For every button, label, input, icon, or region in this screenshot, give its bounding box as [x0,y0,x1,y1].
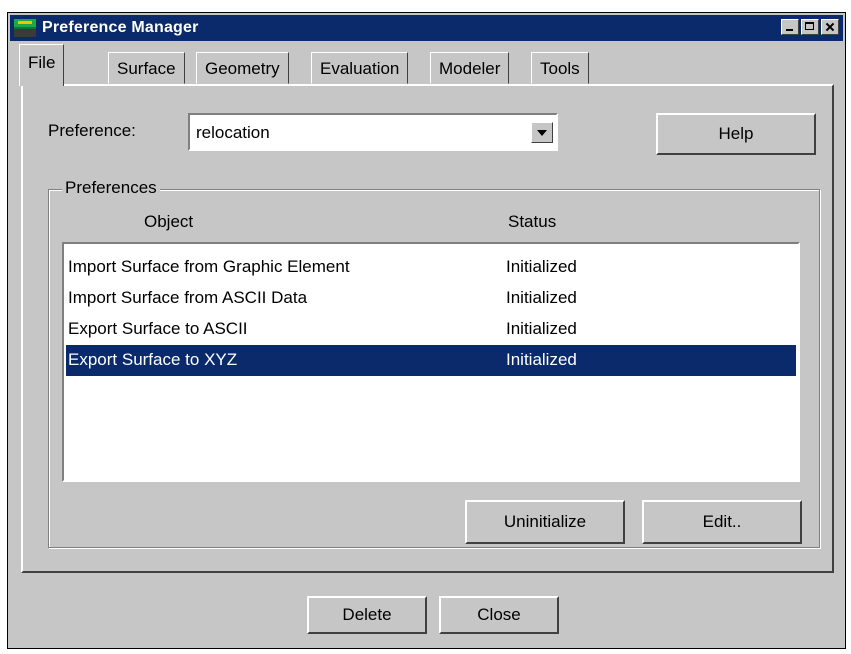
object-name: Import Surface from ASCII Data [68,288,308,307]
status-value: Initialized [506,257,577,276]
edit-button[interactable]: Edit.. [642,500,802,544]
tab-file[interactable]: File [19,44,65,86]
column-header-status: Status [508,212,557,231]
delete-button[interactable]: Delete [307,596,427,634]
close-icon[interactable] [821,19,839,35]
status-value: Initialized [506,319,577,338]
list-item[interactable]: Import Surface from Graphic Element Init… [66,252,796,283]
preference-value: relocation [196,123,270,142]
list-item[interactable]: Import Surface from ASCII Data Initializ… [66,283,796,314]
column-header-object: Object [144,212,194,231]
preference-dropdown[interactable]: relocation [188,113,558,151]
object-name: Export Surface to ASCII [68,319,248,338]
preferences-group-legend: Preferences [62,178,160,198]
help-button[interactable]: Help [656,113,816,155]
object-name: Export Surface to XYZ [68,350,238,369]
list-item[interactable]: Export Surface to ASCII Initialized [66,314,796,345]
window-title: Preference Manager [42,19,199,36]
uninitialize-button[interactable]: Uninitialize [465,500,625,544]
close-button[interactable]: Close [439,596,559,634]
tab-tools[interactable]: Tools [531,52,589,84]
tab-evaluation[interactable]: Evaluation [311,52,409,84]
window-controls [781,19,839,35]
preference-label: Preference: [48,121,136,140]
title-bar[interactable]: Preference Manager [10,15,843,41]
status-value: Initialized [506,350,577,369]
minimize-icon[interactable] [781,19,799,35]
chevron-down-icon[interactable] [531,122,553,143]
object-name: Import Surface from Graphic Element [68,257,350,276]
preferences-list[interactable]: Import Surface from Graphic Element Init… [62,242,800,482]
maximize-icon[interactable] [801,19,819,35]
tab-modeler[interactable]: Modeler [430,52,510,84]
tab-surface[interactable]: Surface [108,52,185,84]
app-icon [14,19,36,37]
status-value: Initialized [506,288,577,307]
list-item-selected[interactable]: Export Surface to XYZ Initialized [66,345,796,376]
tab-geometry[interactable]: Geometry [196,52,289,84]
